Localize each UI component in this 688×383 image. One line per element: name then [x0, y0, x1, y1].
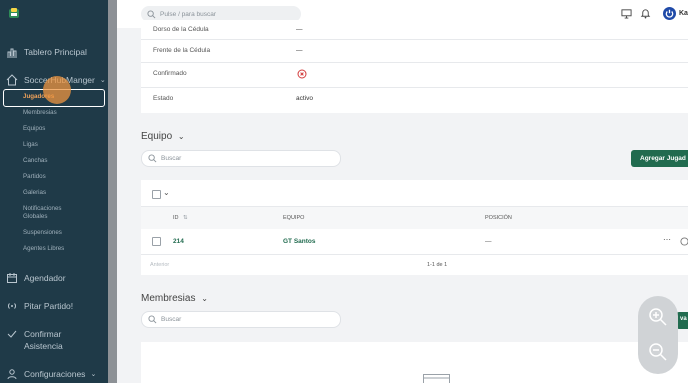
zoom-in-icon[interactable] [647, 306, 669, 328]
sidebar-subitem-partidos[interactable]: Partidos [23, 173, 46, 181]
dashboard-icon [6, 46, 18, 58]
sort-icon: ⇅ [183, 215, 188, 221]
equipo-title-text: Equipo [141, 131, 173, 142]
membresias-search-placeholder: Buscar [161, 316, 182, 323]
search-icon [148, 154, 157, 163]
search-icon [147, 9, 156, 18]
table-row[interactable] [141, 229, 688, 253]
cell-posicion: — [485, 238, 492, 245]
divider [141, 62, 688, 63]
sidebar-subitem-membresias[interactable]: Membresias [23, 109, 57, 117]
chevron-down-icon[interactable]: ⌄ [163, 188, 170, 197]
cell-id[interactable]: 214 [173, 238, 184, 245]
monitor-icon[interactable] [621, 8, 632, 19]
pagination-prev-button[interactable]: Anterior [150, 262, 169, 268]
column-header-id[interactable]: ID ⇅ [173, 215, 188, 221]
player-details-card [141, 20, 688, 113]
sidebar-item-label: Confirmar Asistencia [24, 329, 63, 351]
broadcast-icon [6, 300, 18, 312]
view-icon[interactable] [680, 237, 688, 246]
column-header-equipo[interactable]: EQUIPO [283, 215, 304, 221]
equipo-search-input[interactable]: Buscar [141, 150, 341, 167]
calendar-icon [6, 272, 18, 284]
sidebar-item-agendador[interactable]: Agendador [6, 272, 66, 284]
column-header-label: ID [173, 215, 179, 221]
table-header-row [141, 207, 688, 229]
sidebar-subitem-notificaciones[interactable]: Notificaciones Globales [23, 205, 83, 221]
select-all-checkbox[interactable] [152, 190, 161, 199]
sidebar-item-pitar[interactable]: Pitar Partido! [6, 300, 73, 312]
sidebar-subitem-agentes[interactable]: Agentes Libres [23, 245, 64, 253]
divider [141, 39, 688, 40]
user-icon [6, 368, 18, 380]
add-membership-button-label: va [680, 316, 687, 322]
divider [141, 254, 688, 255]
sidebar-item-confirmar[interactable]: Confirmar Asistencia [6, 328, 84, 352]
detail-label-confirmado: Confirmado [153, 70, 187, 77]
cell-equipo[interactable]: GT Santos [283, 238, 316, 245]
sidebar-subitem-galerias[interactable]: Galerias [23, 189, 46, 197]
divider [141, 87, 688, 88]
chevron-down-icon: ⌄ [201, 294, 208, 303]
sidebar: Tablero Principal SoccerHubManger ⌄ Juga… [0, 0, 108, 383]
x-circle-icon [297, 69, 307, 79]
click-indicator [43, 76, 71, 104]
home-icon [6, 74, 18, 86]
membresias-title-text: Membresias [141, 293, 196, 304]
add-player-button[interactable]: Agregar Jugad [631, 150, 688, 167]
empty-state-icon [423, 374, 450, 383]
column-header-posicion[interactable]: POSICIÓN [485, 215, 512, 221]
sidebar-subitem-canchas[interactable]: Canchas [23, 157, 47, 165]
detail-label-dorso: Dorso de la Cédula [153, 26, 209, 33]
add-player-button-label: Agregar Jugad [640, 155, 686, 162]
chevron-down-icon: ⌄ [99, 77, 106, 84]
sidebar-item-tablero[interactable]: Tablero Principal [6, 46, 87, 58]
sidebar-subitem-suspensiones[interactable]: Suspensiones [23, 229, 62, 237]
sidebar-subitem-equipos[interactable]: Equipos [23, 125, 45, 133]
sidebar-subitem-ligas[interactable]: Ligas [23, 141, 38, 149]
equipo-search-placeholder: Buscar [161, 155, 182, 162]
sidebar-item-label: Configuraciones [24, 369, 86, 379]
check-icon [6, 328, 18, 340]
detail-value-frente: — [296, 47, 303, 54]
zoom-controls [638, 296, 678, 374]
chevron-down-icon: ⌄ [177, 132, 185, 141]
membresias-table-card [141, 342, 688, 383]
search-icon [148, 315, 157, 324]
detail-value-estado: activo [296, 95, 313, 102]
sidebar-item-label: Agendador [24, 273, 66, 283]
global-search-placeholder: Pulse / para buscar [160, 10, 217, 18]
sidebar-item-label: Tablero Principal [24, 47, 87, 57]
zoom-out-icon[interactable] [647, 341, 669, 363]
detail-label-estado: Estado [153, 95, 174, 102]
sidebar-item-label: Pitar Partido! [24, 301, 74, 311]
detail-value-dorso: — [296, 26, 303, 33]
equipo-section-title[interactable]: Equipo ⌄ [141, 131, 185, 142]
membresias-search-input[interactable]: Buscar [141, 311, 341, 328]
user-name[interactable]: Ka [679, 10, 688, 17]
app-logo-icon [9, 8, 19, 18]
sidebar-scrollbar-thumb[interactable] [108, 0, 117, 383]
power-icon [665, 9, 674, 18]
membresias-section-title[interactable]: Membresias ⌄ [141, 293, 208, 304]
detail-label-frente: Frente de la Cédula [153, 47, 211, 54]
more-options-icon[interactable]: ⋯ [663, 235, 671, 244]
pagination-info: 1-1 de 1 [427, 262, 448, 268]
sidebar-item-configuraciones[interactable]: Configuraciones ⌄ [6, 368, 96, 380]
chevron-down-icon: ⌄ [90, 371, 97, 378]
bell-icon[interactable] [640, 8, 651, 19]
row-checkbox[interactable] [152, 237, 161, 246]
user-avatar[interactable] [663, 7, 676, 20]
